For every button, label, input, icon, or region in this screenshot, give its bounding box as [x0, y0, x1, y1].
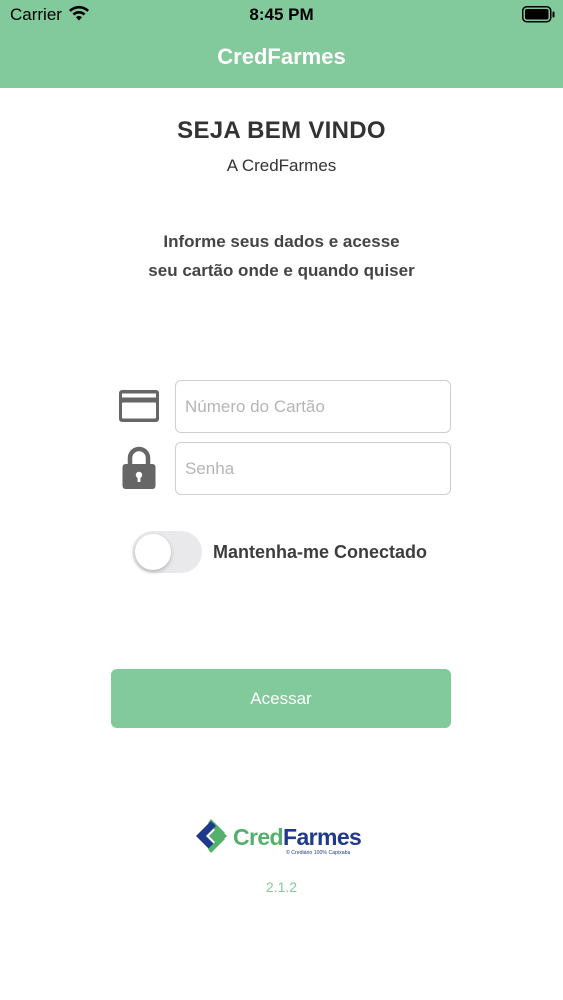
- welcome-title: SEJA BEM VINDO: [177, 117, 386, 144]
- password-input[interactable]: [175, 442, 451, 495]
- instructions-line-2: seu cartão onde e quando quiser: [148, 261, 415, 280]
- credfarmes-logo: CredFarmes © Crediário 100% Capixaba: [196, 819, 362, 856]
- app-header: Carrier 8:45 PM CredFarmes: [0, 0, 563, 88]
- logo-mark: [196, 819, 227, 853]
- remember-me-label[interactable]: Mantenha-me Conectado: [213, 542, 427, 563]
- battery-icon: [522, 6, 555, 23]
- app-version: 2.1.2: [265, 879, 298, 895]
- svg-text:CredFarmes: CredFarmes: [233, 824, 361, 850]
- nav-title: CredFarmes: [217, 44, 346, 69]
- instructions-line-1: Informe seus dados e acesse: [163, 232, 400, 251]
- lock-icon: [122, 446, 156, 489]
- access-button[interactable]: Acessar: [111, 669, 451, 728]
- toggle-knob: [135, 534, 171, 570]
- welcome-subtitle: A CredFarmes: [226, 156, 337, 175]
- status-bar: Carrier 8:45 PM: [0, 0, 563, 30]
- credit-card-icon: [119, 390, 159, 422]
- status-time: 8:45 PM: [249, 5, 314, 24]
- card-number-input[interactable]: [175, 380, 451, 433]
- svg-text:© Crediário 100% Capixaba: © Crediário 100% Capixaba: [286, 849, 350, 856]
- remember-me-toggle[interactable]: [132, 531, 202, 573]
